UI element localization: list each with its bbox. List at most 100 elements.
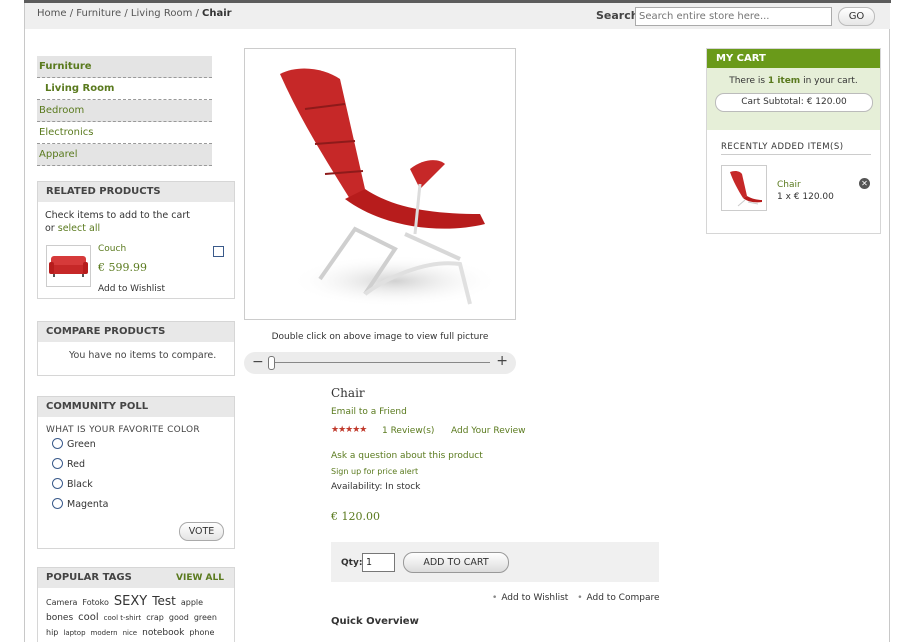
poll-question: WHAT IS YOUR FAVORITE COLOR bbox=[46, 425, 200, 435]
poll-option-magenta[interactable]: Magenta bbox=[52, 498, 108, 510]
breadcrumb-living-room[interactable]: Living Room / bbox=[131, 8, 199, 19]
cart-item-qty: 1 x € 120.00 bbox=[777, 192, 834, 202]
category-electronics[interactable]: Electronics bbox=[37, 122, 212, 144]
zoom-slider[interactable]: − + bbox=[244, 352, 516, 374]
tag-link[interactable]: good bbox=[169, 613, 189, 622]
select-all-link[interactable]: select all bbox=[58, 223, 100, 234]
email-friend-link[interactable]: Email to a Friend bbox=[331, 407, 407, 417]
poll-option-red[interactable]: Red bbox=[52, 458, 85, 470]
poll-option-label: Green bbox=[67, 439, 96, 450]
zoom-handle[interactable] bbox=[268, 356, 275, 370]
qty-input[interactable]: 1 bbox=[362, 553, 395, 572]
radio-icon[interactable] bbox=[52, 498, 63, 509]
price-alert-link[interactable]: Sign up for price alert bbox=[331, 467, 418, 476]
cart-status-text: There is 1 item in your cart. bbox=[707, 76, 880, 86]
compare-products-box: COMPARE PRODUCTS You have no items to co… bbox=[37, 321, 235, 376]
breadcrumb-home[interactable]: Home / bbox=[37, 8, 73, 19]
tag-link[interactable]: phone bbox=[189, 628, 214, 637]
zoom-out-icon[interactable]: − bbox=[252, 354, 264, 370]
compare-products-title: COMPARE PRODUCTS bbox=[38, 322, 234, 342]
my-cart-title: MY CART bbox=[707, 49, 880, 68]
cart-item-thumbnail[interactable] bbox=[721, 165, 767, 211]
radio-icon[interactable] bbox=[52, 458, 63, 469]
tag-cloud-line-1: Camera Fotoko SEXY Test apple bbox=[46, 594, 208, 609]
compare-message: You have no items to compare. bbox=[69, 350, 217, 361]
search-go-button[interactable]: GO bbox=[838, 7, 875, 26]
tag-link[interactable]: SEXY bbox=[114, 594, 147, 609]
tag-link[interactable]: Camera bbox=[46, 598, 77, 607]
category-bedroom[interactable]: Bedroom bbox=[37, 100, 212, 122]
image-caption: Double click on above image to view full… bbox=[271, 332, 489, 342]
related-item-checkbox[interactable] bbox=[213, 246, 224, 257]
product-main-image[interactable] bbox=[244, 48, 516, 320]
breadcrumb: Home / Furniture / Living Room / Chair bbox=[37, 8, 232, 19]
my-cart-box: MY CART There is 1 item in your cart. Ca… bbox=[706, 48, 881, 234]
radio-icon[interactable] bbox=[52, 478, 63, 489]
community-poll-title: COMMUNITY POLL bbox=[38, 397, 234, 417]
remove-item-icon[interactable]: ✕ bbox=[859, 178, 870, 189]
cart-in-cart: in your cart. bbox=[803, 76, 858, 86]
breadcrumb-current: Chair bbox=[202, 8, 232, 19]
add-to-wishlist-link[interactable]: Add to Wishlist bbox=[501, 593, 568, 603]
product-add-links: • Add to Wishlist • Add to Compare bbox=[486, 593, 660, 603]
cart-item-name[interactable]: Chair bbox=[777, 180, 801, 190]
product-price: € 120.00 bbox=[331, 510, 380, 523]
popular-tags-title: POPULAR TAGS bbox=[46, 572, 132, 583]
tag-link[interactable]: crap bbox=[146, 613, 164, 622]
tag-link[interactable]: bones bbox=[46, 613, 73, 623]
recently-added-heading: RECENTLY ADDED ITEM(S) bbox=[721, 142, 844, 152]
tag-link[interactable]: notebook bbox=[142, 628, 184, 638]
poll-option-black[interactable]: Black bbox=[52, 478, 93, 490]
vote-button[interactable]: VOTE bbox=[179, 522, 224, 541]
add-review-link[interactable]: Add Your Review bbox=[451, 426, 525, 436]
related-item-name[interactable]: Couch bbox=[98, 244, 126, 254]
related-products-title: RELATED PRODUCTS bbox=[38, 182, 234, 202]
cart-items-link[interactable]: 1 item bbox=[768, 76, 800, 86]
related-intro-prefix: or bbox=[45, 223, 55, 234]
quick-overview-heading: Quick Overview bbox=[331, 616, 419, 627]
radio-icon[interactable] bbox=[52, 438, 63, 449]
cart-there-is: There is bbox=[729, 76, 766, 86]
tag-link[interactable]: green bbox=[194, 613, 217, 622]
couch-thumbnail[interactable] bbox=[46, 245, 91, 287]
category-living-room[interactable]: Living Room bbox=[37, 78, 212, 100]
availability-text: Availability: In stock bbox=[331, 482, 421, 492]
related-products-box: RELATED PRODUCTS Check items to add to t… bbox=[37, 181, 235, 299]
category-apparel[interactable]: Apparel bbox=[37, 144, 212, 166]
view-all-tags-link[interactable]: VIEW ALL bbox=[176, 568, 224, 588]
cart-subtotal: Cart Subtotal: € 120.00 bbox=[715, 93, 873, 112]
category-furniture[interactable]: Furniture bbox=[37, 56, 212, 78]
add-to-cart-button[interactable]: ADD TO CART bbox=[403, 552, 509, 573]
tag-link[interactable]: Test bbox=[152, 594, 176, 608]
reviews-link[interactable]: 1 Review(s) bbox=[382, 426, 434, 436]
tag-link[interactable]: Fotoko bbox=[82, 598, 108, 607]
zoom-in-icon[interactable]: + bbox=[496, 353, 508, 369]
zoom-track[interactable] bbox=[268, 362, 490, 363]
related-intro: Check items to add to the cart or select… bbox=[45, 209, 215, 235]
bullet-icon: • bbox=[492, 593, 498, 603]
tag-link[interactable]: apple bbox=[181, 598, 203, 607]
ask-question-link[interactable]: Ask a question about this product bbox=[331, 451, 483, 461]
breadcrumb-furniture[interactable]: Furniture / bbox=[76, 8, 127, 19]
poll-option-label: Magenta bbox=[67, 499, 109, 510]
tag-link[interactable]: modern bbox=[91, 629, 118, 637]
tag-cloud-line-3: hip laptop modern nice notebook phone bbox=[46, 627, 219, 638]
tag-link[interactable]: laptop bbox=[63, 629, 85, 637]
product-name: Chair bbox=[331, 386, 365, 400]
related-intro-text: Check items to add to the cart bbox=[45, 210, 190, 221]
poll-option-green[interactable]: Green bbox=[52, 438, 96, 450]
add-to-compare-link[interactable]: Add to Compare bbox=[587, 593, 660, 603]
poll-option-label: Red bbox=[67, 459, 86, 470]
cart-summary: There is 1 item in your cart. Cart Subto… bbox=[707, 68, 880, 130]
tag-link[interactable]: cool t-shirt bbox=[104, 614, 142, 622]
add-to-cart-box: Qty: 1 ADD TO CART bbox=[331, 542, 659, 582]
related-add-to-wishlist[interactable]: Add to Wishlist bbox=[98, 284, 165, 294]
tag-link[interactable]: nice bbox=[123, 629, 138, 637]
tag-link[interactable]: cool bbox=[78, 612, 99, 623]
category-nav: Furniture Living Room Bedroom Electronic… bbox=[37, 56, 212, 166]
related-item-price: € 599.99 bbox=[98, 261, 147, 274]
community-poll-box: COMMUNITY POLL WHAT IS YOUR FAVORITE COL… bbox=[37, 396, 235, 549]
divider bbox=[721, 154, 871, 155]
tag-link[interactable]: hip bbox=[46, 628, 58, 637]
search-input[interactable] bbox=[635, 7, 832, 26]
